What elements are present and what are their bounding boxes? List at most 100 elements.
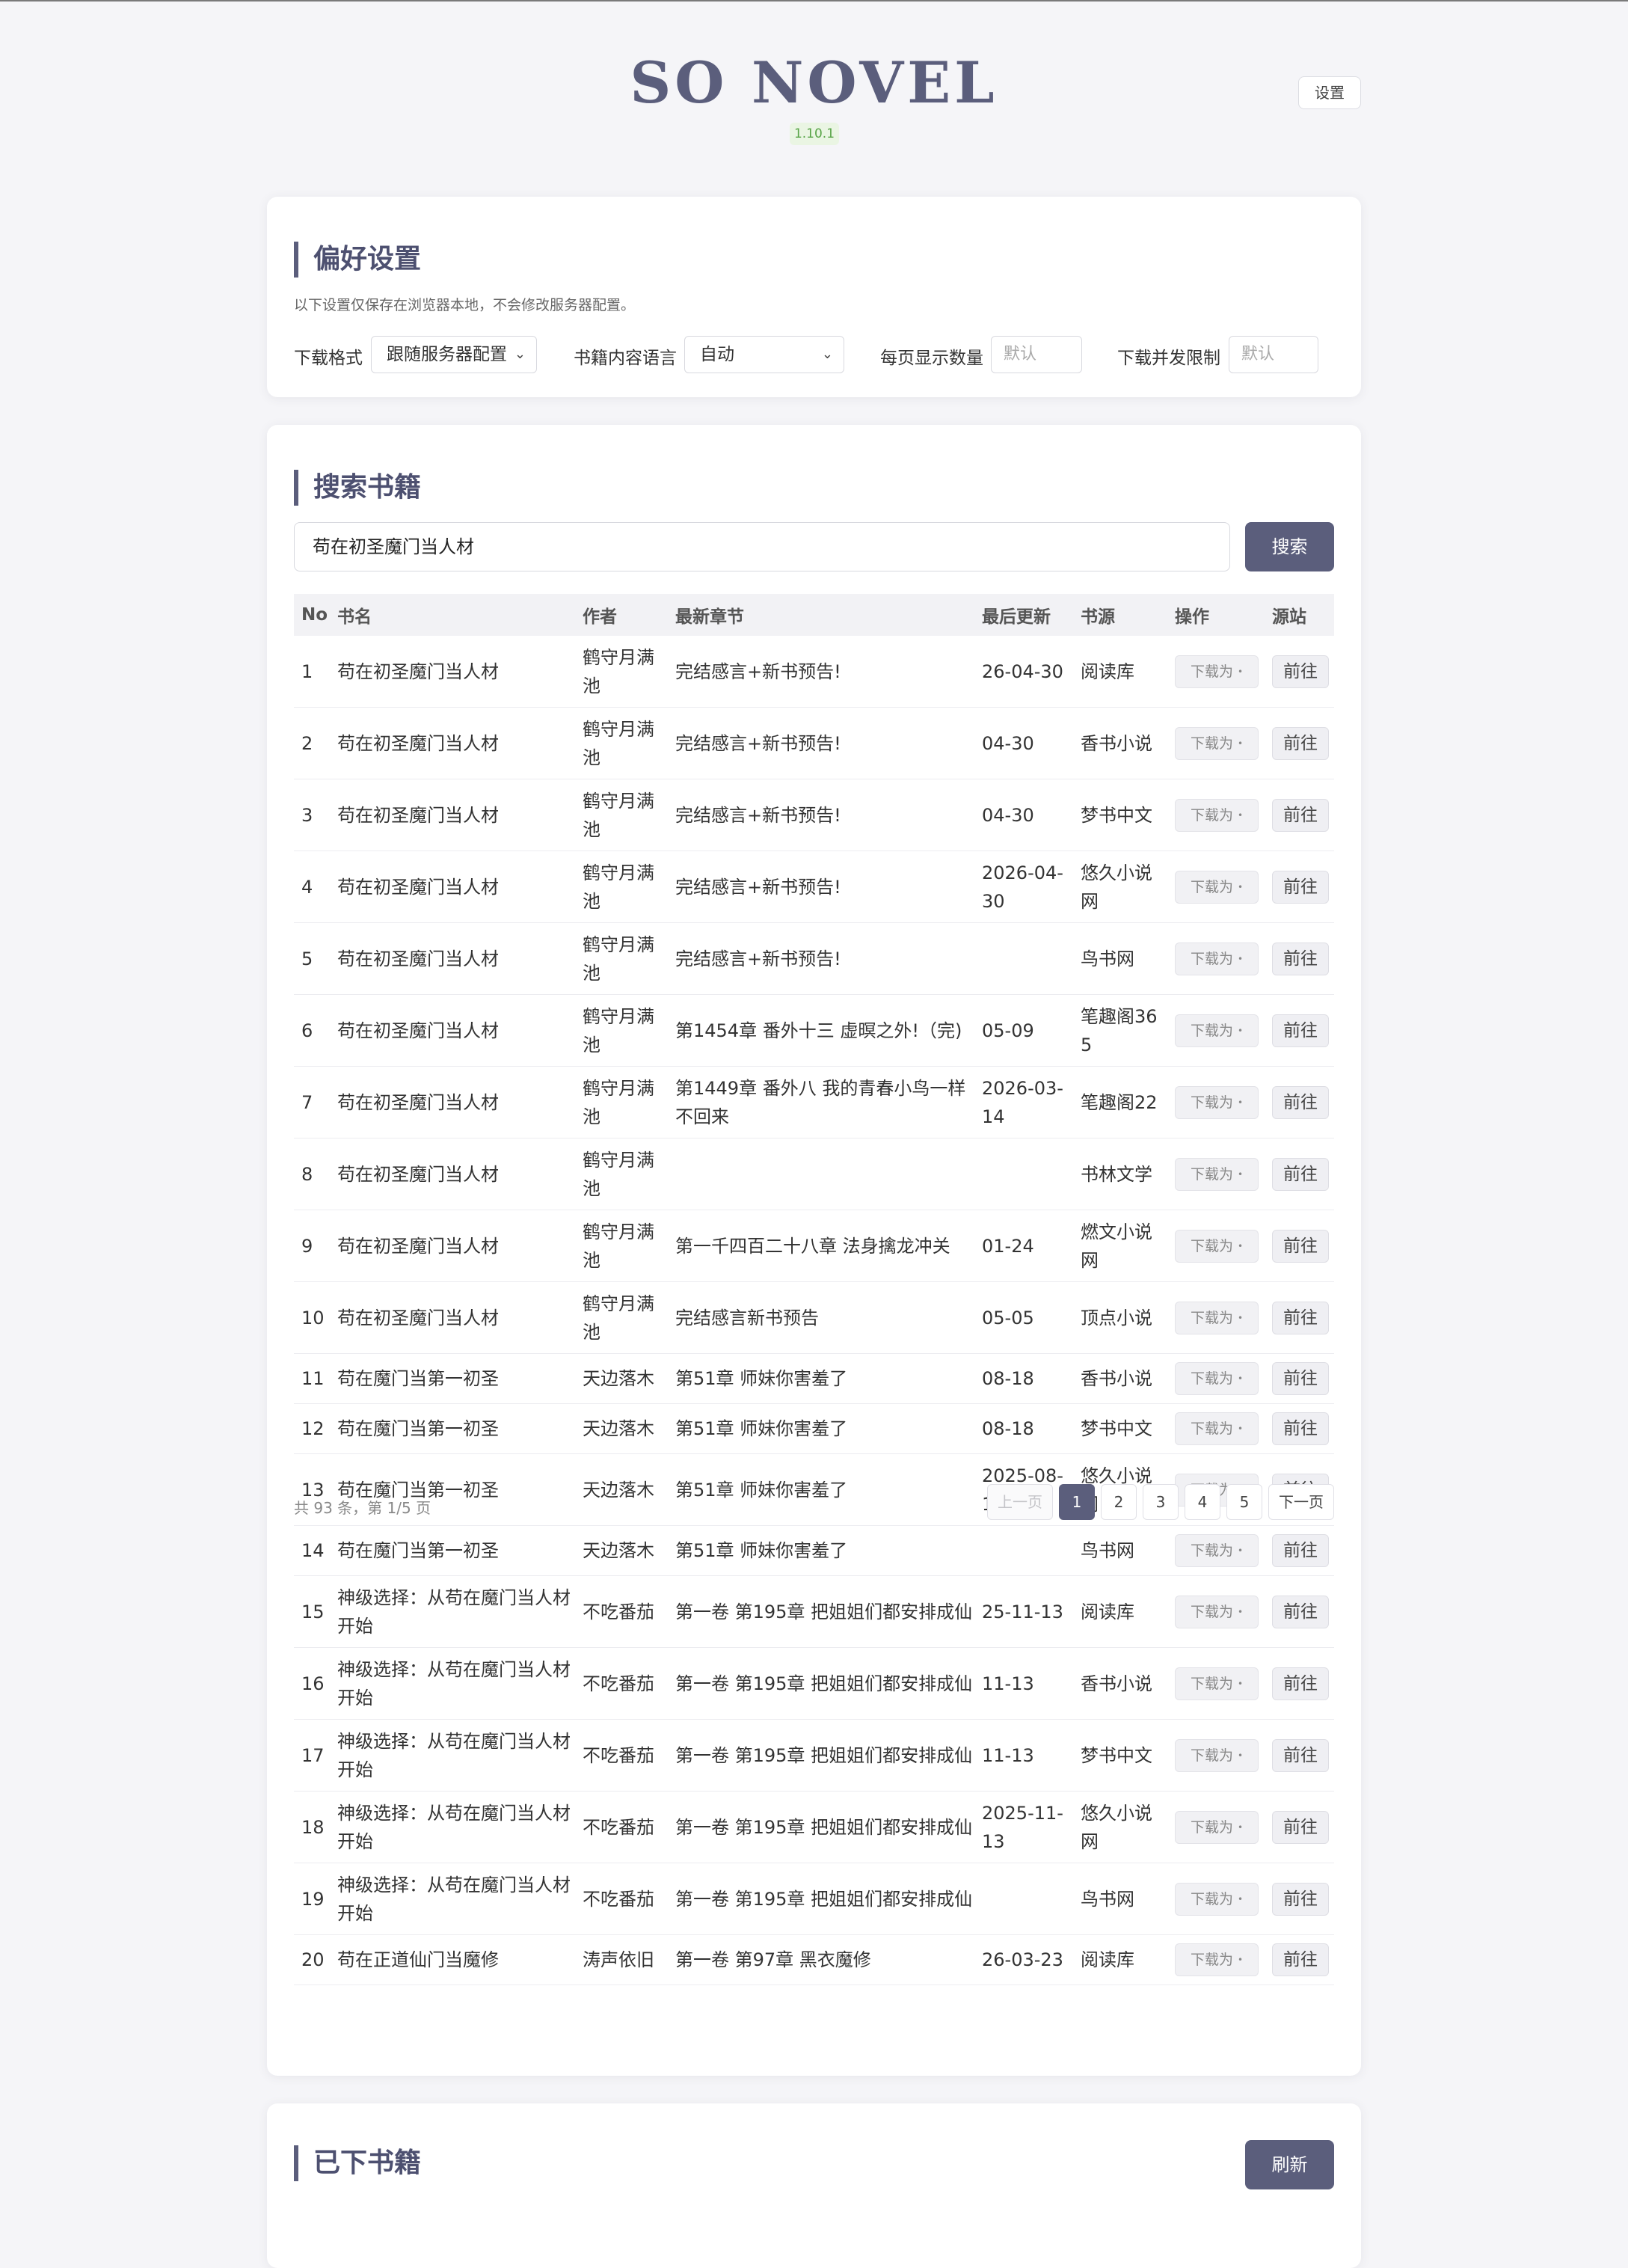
goto-source-button[interactable]: 前往 xyxy=(1272,1595,1329,1628)
col-header-latest-chapter: 最新章节 xyxy=(668,594,974,636)
download-as-dropdown[interactable]: 下载为 • xyxy=(1175,1014,1259,1047)
goto-source-button[interactable]: 前往 xyxy=(1272,1229,1329,1263)
table-row: 3 苟在初圣魔门当人材 鹤守月满池 完结感言+新书预告! 04-30 梦书中文 下载为 • 前往 xyxy=(294,779,1334,851)
cell-book-name: 苟在初圣魔门当人材 xyxy=(330,922,575,995)
concurrency-input[interactable]: 默认 xyxy=(1229,336,1318,373)
cell-no: 2 xyxy=(294,707,330,779)
cell-origin: 前往 xyxy=(1265,707,1334,779)
download-as-label: 下载为 xyxy=(1190,1890,1233,1907)
download-as-dropdown[interactable]: 下载为 • xyxy=(1175,1882,1259,1916)
download-as-dropdown[interactable]: 下载为 • xyxy=(1175,1667,1259,1700)
cell-latest-chapter: 第1454章 番外十三 虚暝之外!（完) xyxy=(668,994,974,1067)
goto-source-button[interactable]: 前往 xyxy=(1272,1738,1329,1772)
chevron-down-icon: • xyxy=(1237,666,1244,677)
cell-origin: 前往 xyxy=(1265,636,1334,708)
page-button-4[interactable]: 4 xyxy=(1185,1484,1220,1520)
next-page-button[interactable]: 下一页 xyxy=(1268,1484,1334,1520)
cell-latest-chapter: 第51章 师妹你害羞了 xyxy=(668,1525,974,1576)
goto-source-button[interactable]: 前往 xyxy=(1272,1085,1329,1119)
cell-book-name: 神级选择：从苟在魔门当人材开始 xyxy=(330,1575,575,1648)
goto-source-button[interactable]: 前往 xyxy=(1272,870,1329,904)
download-as-dropdown[interactable]: 下载为 • xyxy=(1175,1810,1259,1844)
cell-book-name: 神级选择：从苟在魔门当人材开始 xyxy=(330,1647,575,1720)
goto-source-button[interactable]: 前往 xyxy=(1272,798,1329,832)
goto-source-button[interactable]: 前往 xyxy=(1272,1157,1329,1191)
download-as-dropdown[interactable]: 下载为 • xyxy=(1175,1301,1259,1334)
download-as-dropdown[interactable]: 下载为 • xyxy=(1175,870,1259,904)
goto-source-button[interactable]: 前往 xyxy=(1272,1810,1329,1844)
goto-source-button[interactable]: 前往 xyxy=(1272,1362,1329,1395)
cell-action: 下载为 • xyxy=(1167,1719,1265,1792)
cell-author: 天边落木 xyxy=(575,1453,668,1526)
cell-action: 下载为 • xyxy=(1167,922,1265,995)
search-input[interactable]: 苟在初圣魔门当人材 xyxy=(294,522,1230,571)
page-button-1[interactable]: 1 xyxy=(1059,1484,1095,1520)
download-as-dropdown[interactable]: 下载为 • xyxy=(1175,1738,1259,1772)
cell-book-name: 苟在初圣魔门当人材 xyxy=(330,1281,575,1354)
cell-action: 下载为 • xyxy=(1167,1525,1265,1576)
download-as-dropdown[interactable]: 下载为 • xyxy=(1175,1085,1259,1119)
goto-source-button[interactable]: 前往 xyxy=(1272,1534,1329,1567)
cell-updated: 08-18 xyxy=(974,1403,1073,1454)
download-as-label: 下载为 xyxy=(1190,878,1233,895)
download-as-dropdown[interactable]: 下载为 • xyxy=(1175,655,1259,688)
download-as-dropdown[interactable]: 下载为 • xyxy=(1175,1534,1259,1567)
download-as-label: 下载为 xyxy=(1190,1542,1233,1559)
format-select[interactable]: 跟随服务器配置 ⌄ xyxy=(371,336,537,373)
cell-no: 11 xyxy=(294,1353,330,1404)
cell-no: 10 xyxy=(294,1281,330,1354)
download-as-dropdown[interactable]: 下载为 • xyxy=(1175,1412,1259,1445)
chevron-down-icon: • xyxy=(1237,1312,1244,1323)
page-button-5[interactable]: 5 xyxy=(1226,1484,1262,1520)
cell-action: 下载为 • xyxy=(1167,636,1265,708)
language-select[interactable]: 自动 ⌄ xyxy=(684,336,844,373)
goto-source-button[interactable]: 前往 xyxy=(1272,1301,1329,1334)
cell-origin: 前往 xyxy=(1265,1353,1334,1404)
download-as-label: 下载为 xyxy=(1190,663,1233,680)
goto-source-button[interactable]: 前往 xyxy=(1272,1412,1329,1445)
refresh-button[interactable]: 刷新 xyxy=(1245,2140,1334,2189)
goto-source-button[interactable]: 前往 xyxy=(1272,1882,1329,1916)
pagination-summary: 共 93 条，第 1/5 页 xyxy=(294,1499,431,1517)
download-as-dropdown[interactable]: 下载为 • xyxy=(1175,798,1259,832)
download-as-dropdown[interactable]: 下载为 • xyxy=(1175,1362,1259,1395)
cell-latest-chapter: 完结感言+新书预告! xyxy=(668,707,974,779)
table-row: 8 苟在初圣魔门当人材 鹤守月满池 书林文学 下载为 • 前往 xyxy=(294,1138,1334,1210)
search-button[interactable]: 搜索 xyxy=(1245,522,1334,571)
cell-source: 燃文小说网 xyxy=(1073,1210,1167,1282)
cell-action: 下载为 • xyxy=(1167,707,1265,779)
cell-no: 9 xyxy=(294,1210,330,1282)
cell-author: 鹤守月满池 xyxy=(575,1138,668,1210)
page-button-3[interactable]: 3 xyxy=(1143,1484,1179,1520)
download-as-dropdown[interactable]: 下载为 • xyxy=(1175,1229,1259,1263)
cell-source: 书林文学 xyxy=(1073,1138,1167,1210)
cell-source: 悠久小说网 xyxy=(1073,1791,1167,1863)
prev-page-button[interactable]: 上一页 xyxy=(987,1484,1053,1520)
cell-latest-chapter: 第一卷 第195章 把姐姐们都安排成仙 xyxy=(668,1863,974,1935)
version-badge: 1.10.1 xyxy=(790,123,839,145)
settings-button[interactable]: 设置 xyxy=(1298,76,1361,109)
cell-book-name: 苟在初圣魔门当人材 xyxy=(330,779,575,851)
goto-source-button[interactable]: 前往 xyxy=(1272,942,1329,975)
table-row: 1 苟在初圣魔门当人材 鹤守月满池 完结感言+新书预告! 26-04-30 阅读库 下载为 •… xyxy=(294,636,1334,708)
cell-latest-chapter: 第51章 师妹你害羞了 xyxy=(668,1353,974,1404)
table-row: 4 苟在初圣魔门当人材 鹤守月满池 完结感言+新书预告! 2026-04-30 悠久小说网… xyxy=(294,851,1334,923)
cell-action: 下载为 • xyxy=(1167,1575,1265,1648)
cell-origin: 前往 xyxy=(1265,1719,1334,1792)
cell-updated: 2026-04-30 xyxy=(974,851,1073,923)
goto-source-button[interactable]: 前往 xyxy=(1272,726,1329,760)
per-page-input[interactable]: 默认 xyxy=(991,336,1082,373)
cell-author: 鹤守月满池 xyxy=(575,851,668,923)
download-as-dropdown[interactable]: 下载为 • xyxy=(1175,726,1259,760)
goto-source-button[interactable]: 前往 xyxy=(1272,1943,1329,1976)
page-button-2[interactable]: 2 xyxy=(1101,1484,1137,1520)
download-as-dropdown[interactable]: 下载为 • xyxy=(1175,1943,1259,1976)
download-as-dropdown[interactable]: 下载为 • xyxy=(1175,1157,1259,1191)
download-as-dropdown[interactable]: 下载为 • xyxy=(1175,942,1259,975)
cell-author: 鹤守月满池 xyxy=(575,707,668,779)
cell-origin: 前往 xyxy=(1265,1281,1334,1354)
goto-source-button[interactable]: 前往 xyxy=(1272,655,1329,688)
goto-source-button[interactable]: 前往 xyxy=(1272,1014,1329,1047)
goto-source-button[interactable]: 前往 xyxy=(1272,1667,1329,1700)
download-as-dropdown[interactable]: 下载为 • xyxy=(1175,1595,1259,1628)
